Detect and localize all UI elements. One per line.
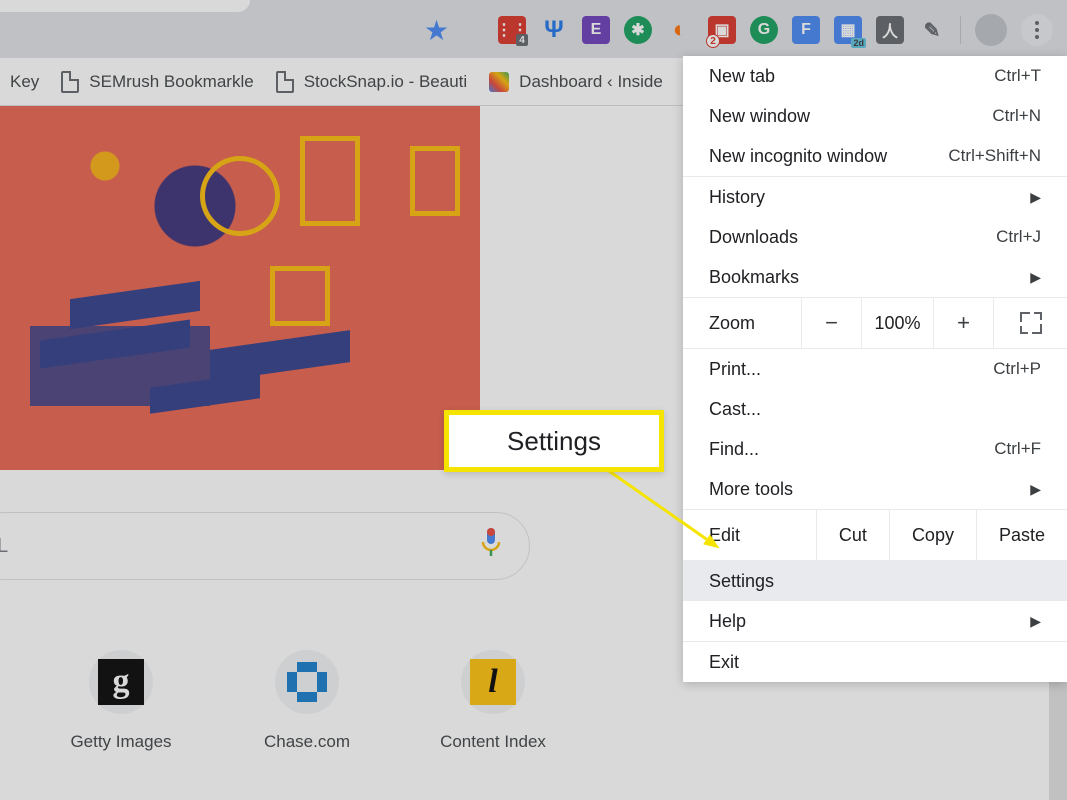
menu-label: Bookmarks [709,267,799,288]
google-doodle-image[interactable] [0,106,480,470]
extension-icon-8[interactable]: F [792,16,820,44]
voice-search-icon[interactable] [479,528,503,565]
menu-shortcut: Ctrl+Shift+N [948,146,1041,166]
extension-icon-11[interactable]: ✎ [918,16,946,44]
menu-new-incognito[interactable]: New incognito window Ctrl+Shift+N [683,136,1067,176]
fullscreen-button[interactable] [993,298,1067,348]
menu-zoom-row: Zoom − 100% + [683,297,1067,349]
extension-icon-7[interactable]: G [750,16,778,44]
menu-label: Find... [709,439,759,460]
menu-label: Exit [709,652,739,673]
menu-find[interactable]: Find... Ctrl+F [683,429,1067,469]
browser-toolbar: ★ ⋮⋮ Ψ E ✱ ◐ ▣ G F ▦ 人 ✎ [0,0,1067,58]
bookmark-item-key[interactable]: Key [10,72,39,92]
extension-icon-4[interactable]: ✱ [624,16,652,44]
profile-avatar-icon[interactable] [975,14,1007,46]
active-tab-shape [0,0,250,12]
toolbar-divider [960,16,961,44]
menu-bookmarks[interactable]: Bookmarks ▶ [683,257,1067,297]
menu-label: Zoom [683,313,801,334]
menu-shortcut: Ctrl+T [994,66,1041,86]
menu-label: New window [709,106,810,127]
menu-new-window[interactable]: New window Ctrl+N [683,96,1067,136]
shortcut-icon: l [461,650,525,714]
menu-downloads[interactable]: Downloads Ctrl+J [683,217,1067,257]
menu-new-tab[interactable]: New tab Ctrl+T [683,56,1067,96]
browser-main-menu: New tab Ctrl+T New window Ctrl+N New inc… [683,56,1067,682]
edit-cut-button[interactable]: Cut [816,510,889,560]
edit-paste-button[interactable]: Paste [976,510,1067,560]
menu-cast[interactable]: Cast... [683,389,1067,429]
bookmark-item-dashboard[interactable]: Dashboard ‹ Inside [489,72,663,92]
menu-shortcut: Ctrl+P [993,359,1041,379]
menu-label: Help [709,611,746,632]
shortcut-getty[interactable]: g Getty Images [54,650,188,752]
extension-icon-1[interactable]: ⋮⋮ [498,16,526,44]
menu-label: New incognito window [709,146,887,167]
shortcut-label: Getty Images [70,732,171,752]
menu-label: Cast... [709,399,761,420]
menu-settings[interactable]: Settings [683,561,1067,601]
extension-icon-6[interactable]: ▣ [708,16,736,44]
shortcut-label: Chase.com [264,732,350,752]
search-text-fragment: L [0,535,479,558]
menu-history[interactable]: History ▶ [683,177,1067,217]
vertical-scrollbar[interactable] [1049,664,1067,800]
menu-label: Downloads [709,227,798,248]
bookmark-star-icon[interactable]: ★ [424,14,449,47]
bookmark-item-stocksnap[interactable]: StockSnap.io - Beauti [276,71,467,93]
favicon-icon [489,72,509,92]
shortcut-ms[interactable]: MS [0,650,2,752]
google-search-input[interactable]: L [0,512,530,580]
menu-shortcut: Ctrl+F [994,439,1041,459]
callout-label: Settings [507,426,601,457]
menu-label: Print... [709,359,761,380]
menu-label: More tools [709,479,793,500]
fullscreen-icon [1020,312,1042,334]
edit-copy-button[interactable]: Copy [889,510,976,560]
menu-label: History [709,187,765,208]
extension-icon-9[interactable]: ▦ [834,16,862,44]
extension-icons-row: ⋮⋮ Ψ E ✱ ◐ ▣ G F ▦ 人 ✎ [498,14,1053,46]
shortcut-label: Content Index [440,732,546,752]
submenu-arrow-icon: ▶ [1030,613,1041,630]
menu-exit[interactable]: Exit [683,642,1067,682]
menu-shortcut: Ctrl+N [992,106,1041,126]
bookmark-label: StockSnap.io - Beauti [304,72,467,92]
menu-print[interactable]: Print... Ctrl+P [683,349,1067,389]
submenu-arrow-icon: ▶ [1030,189,1041,206]
page-icon [61,71,79,93]
zoom-out-button[interactable]: − [801,298,861,348]
menu-label: New tab [709,66,775,87]
bookmark-label: Key [10,72,39,92]
bookmark-label: Dashboard ‹ Inside [519,72,663,92]
menu-more-tools[interactable]: More tools ▶ [683,469,1067,509]
menu-shortcut: Ctrl+J [996,227,1041,247]
menu-label: Settings [709,571,774,592]
shortcut-chase[interactable]: Chase.com [240,650,374,752]
bookmark-item-semrush[interactable]: SEMrush Bookmarkle [61,71,253,93]
page-icon [276,71,294,93]
shortcut-content-index[interactable]: l Content Index [426,650,560,752]
submenu-arrow-icon: ▶ [1030,269,1041,286]
extension-icon-3[interactable]: E [582,16,610,44]
bookmark-label: SEMrush Bookmarkle [89,72,253,92]
zoom-value: 100% [861,298,933,348]
menu-help[interactable]: Help ▶ [683,601,1067,641]
extension-icon-5[interactable]: ◐ [666,16,694,44]
submenu-arrow-icon: ▶ [1030,481,1041,498]
shortcut-icon [275,650,339,714]
annotation-callout: Settings [444,410,664,472]
extension-icon-10[interactable]: 人 [876,16,904,44]
shortcut-grid: MS g Getty Images Chase.com l Content In… [0,650,560,752]
menu-edit-row: Edit Cut Copy Paste [683,509,1067,561]
browser-menu-button[interactable] [1021,14,1053,46]
extension-icon-2[interactable]: Ψ [540,16,568,44]
shortcut-icon: g [89,650,153,714]
zoom-in-button[interactable]: + [933,298,993,348]
